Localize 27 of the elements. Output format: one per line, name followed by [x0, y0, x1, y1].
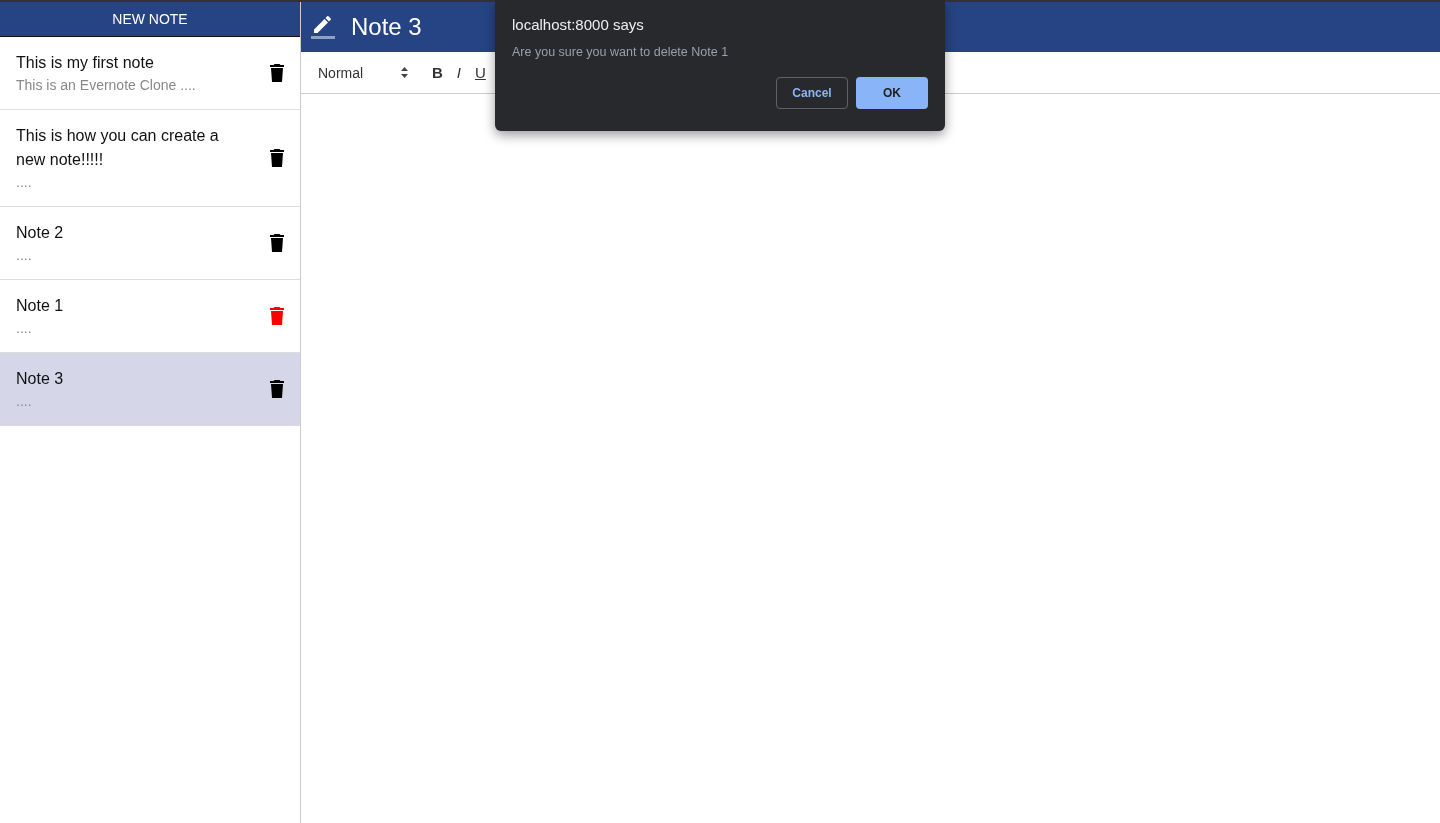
note-title: This is my first note: [16, 53, 155, 73]
heading-select[interactable]: Normal: [318, 64, 408, 81]
trash-icon[interactable]: [270, 149, 284, 167]
note-preview: ....: [16, 246, 33, 265]
note-title: Note 3: [16, 369, 65, 389]
ok-button[interactable]: OK: [856, 77, 928, 109]
note-preview: ....: [16, 319, 33, 338]
dialog-message: Are you sure you want to delete Note 1: [512, 45, 730, 59]
pencil-icon: [311, 14, 335, 40]
bold-button[interactable]: B: [432, 64, 443, 81]
dialog-title: localhost:8000 says: [512, 16, 645, 33]
note-title: Note 1: [16, 296, 65, 316]
underline-button[interactable]: U: [475, 64, 486, 81]
note-title-heading: Note 3: [351, 13, 422, 41]
new-note-button[interactable]: NEW NOTE: [0, 2, 300, 37]
note-preview: This is an Evernote Clone ....: [16, 76, 197, 95]
note-preview: ....: [16, 392, 33, 411]
cancel-button[interactable]: Cancel: [776, 77, 848, 109]
trash-icon[interactable]: [270, 380, 284, 398]
note-item[interactable]: Note 3 ....: [0, 353, 300, 426]
updown-icon: [401, 67, 408, 78]
note-title: This is how you can create a new note!!!!!: [16, 126, 220, 170]
trash-icon[interactable]: [270, 234, 284, 252]
note-preview: ....: [16, 173, 33, 192]
note-title: Note 2: [16, 223, 65, 243]
italic-button[interactable]: I: [456, 64, 461, 81]
trash-icon[interactable]: [270, 64, 284, 82]
